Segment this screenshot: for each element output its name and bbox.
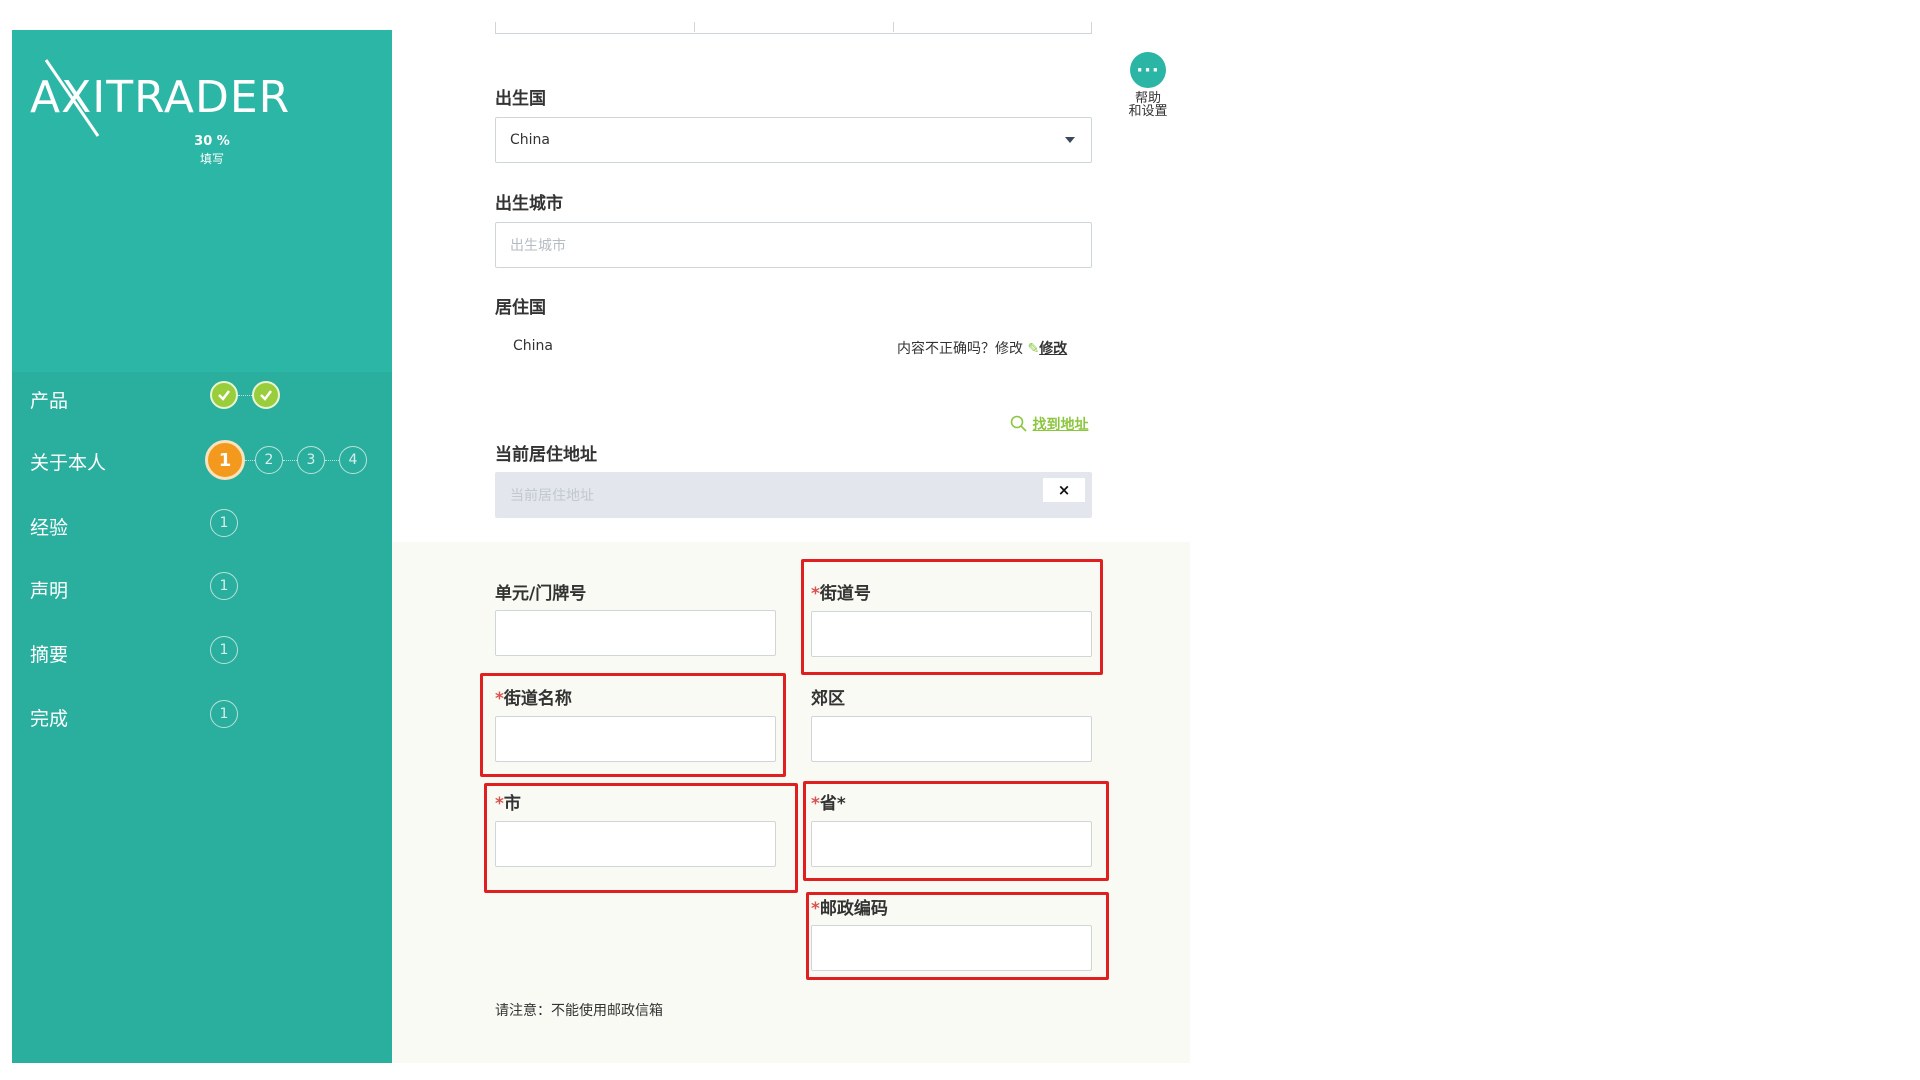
street-number-input[interactable] — [811, 611, 1092, 657]
street-name-input[interactable] — [495, 716, 776, 762]
sidebar: AXITRADER 30 % 填写 产品 关于本人 1 2 3 4 经验 1 声… — [12, 30, 392, 1063]
step-label: 声明 — [30, 580, 69, 602]
city-label: *市 — [495, 789, 521, 814]
search-icon — [1010, 415, 1032, 433]
required-mark: * — [811, 794, 820, 814]
step-experience[interactable]: 经验 1 — [12, 505, 392, 545]
street-name-label: *街道名称 — [495, 684, 572, 709]
unit-number-input[interactable] — [495, 610, 776, 656]
birth-city-label: 出生城市 — [495, 194, 563, 214]
page: AXITRADER 30 % 填写 产品 关于本人 1 2 3 4 经验 1 声… — [0, 0, 1920, 1080]
step-badge: 1 — [210, 509, 238, 537]
edit-residence-link[interactable]: 修改 — [1039, 341, 1067, 357]
clear-icon[interactable]: × — [1043, 478, 1085, 502]
postcode-label: *邮政编码 — [811, 894, 888, 919]
required-mark: * — [811, 899, 820, 919]
postcode-input[interactable] — [811, 925, 1092, 971]
step-connector — [238, 395, 252, 396]
find-address[interactable]: 找到地址 — [1010, 414, 1088, 434]
province-input[interactable] — [811, 821, 1092, 867]
date-field-group[interactable] — [495, 22, 1092, 34]
label-text: 邮政编码 — [819, 899, 888, 919]
birth-city-input[interactable]: 出生城市 — [495, 222, 1092, 268]
birth-country-value: China — [510, 132, 550, 148]
step-connector — [283, 460, 297, 461]
city-input[interactable] — [495, 821, 776, 867]
check-icon — [252, 381, 280, 409]
province-label: *省* — [811, 789, 846, 814]
step-connector — [245, 460, 255, 461]
birth-city-placeholder: 出生城市 — [510, 238, 566, 254]
label-text: 街道号 — [819, 584, 871, 604]
step-badge: 1 — [210, 572, 238, 600]
progress-label: 填写 — [199, 152, 224, 166]
step-badge: 1 — [210, 636, 238, 664]
step-label: 关于本人 — [30, 452, 107, 474]
help-label-line: 和设置 — [1128, 104, 1168, 119]
pencil-icon: ✎ — [1027, 341, 1040, 357]
substep-1[interactable]: 1 — [205, 440, 245, 480]
current-address-label: 当前居住地址 — [495, 445, 597, 465]
step-badge: 1 — [210, 700, 238, 728]
step-label: 摘要 — [30, 644, 69, 666]
suburb-input[interactable] — [811, 716, 1092, 762]
required-mark: * — [811, 584, 820, 604]
caret-down-icon — [1065, 137, 1075, 143]
step-label: 经验 — [30, 517, 69, 539]
label-text: 街道名称 — [503, 689, 572, 709]
required-mark: * — [495, 794, 504, 814]
step-products[interactable]: 产品 — [12, 378, 392, 418]
current-address-placeholder: 当前居住地址 — [510, 488, 594, 504]
residence-country-label: 居住国 — [495, 298, 546, 318]
birth-country-label: 出生国 — [495, 89, 546, 109]
residence-incorrect-prompt: 内容不正确吗？修改 ✎修改 — [897, 338, 1067, 358]
check-icon — [210, 381, 238, 409]
step-declaration[interactable]: 声明 1 — [12, 568, 392, 608]
suburb-label: 郊区 — [811, 689, 845, 709]
street-number-label: *街道号 — [811, 579, 871, 604]
residence-country-value: China — [513, 338, 553, 354]
po-box-note: 请注意：不能使用邮政信箱 — [495, 1003, 663, 1019]
incorrect-prompt-text: 内容不正确吗？修改 — [897, 341, 1023, 357]
logo-text: AXITRADER — [30, 72, 291, 123]
substep-3[interactable]: 3 — [297, 446, 325, 474]
help-button[interactable]: ··· — [1130, 52, 1166, 88]
birth-country-select[interactable]: China — [495, 117, 1092, 163]
label-text: 省* — [819, 794, 846, 814]
substep-2[interactable]: 2 — [255, 446, 283, 474]
label-text: 市 — [503, 794, 521, 814]
required-mark: * — [495, 689, 504, 709]
step-label: 产品 — [30, 390, 69, 412]
current-address-input[interactable]: 当前居住地址 × — [495, 472, 1092, 518]
help-label[interactable]: 帮助 和设置 — [1118, 92, 1178, 118]
find-address-link[interactable]: 找到地址 — [1032, 417, 1088, 433]
step-connector — [325, 460, 339, 461]
substep-4[interactable]: 4 — [339, 446, 367, 474]
step-about-me[interactable]: 关于本人 1 2 3 4 — [12, 440, 392, 480]
ellipsis-icon: ··· — [1136, 59, 1160, 81]
progress-percent: 30 % — [194, 134, 230, 149]
step-summary[interactable]: 摘要 1 — [12, 632, 392, 672]
divider — [694, 22, 695, 32]
step-complete[interactable]: 完成 1 — [12, 696, 392, 736]
divider — [893, 22, 894, 32]
unit-number-label: 单元/门牌号 — [495, 584, 587, 604]
step-label: 完成 — [30, 708, 69, 730]
